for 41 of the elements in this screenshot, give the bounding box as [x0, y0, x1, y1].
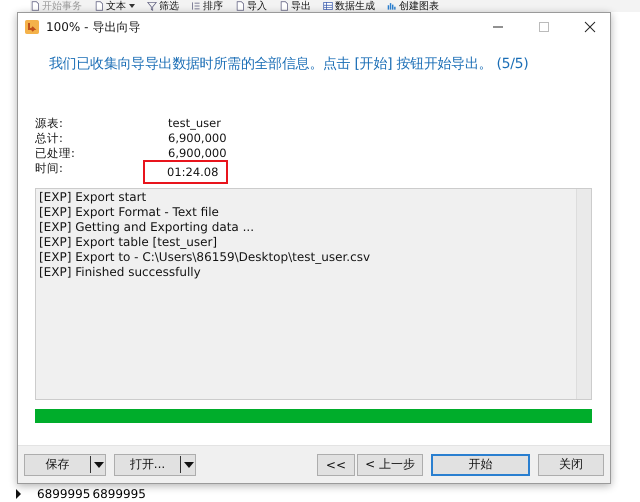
- field-label: 源表:: [35, 116, 63, 131]
- filter-icon[interactable]: [147, 1, 157, 11]
- table-cell-text: 6899995: [37, 486, 92, 500]
- field-label: 已处理:: [35, 146, 75, 161]
- toolbar-button[interactable]: 文本: [94, 0, 126, 13]
- button[interactable]: 关闭: [538, 454, 604, 476]
- app-icon: [24, 19, 40, 35]
- dropdown-arrow-icon[interactable]: [184, 462, 194, 468]
- field-value: 01:24.08: [145, 162, 226, 182]
- dropdown-arrow-icon[interactable]: [94, 462, 104, 468]
- log-line: [EXP] Getting and Exporting data ...: [39, 220, 256, 235]
- field-label: 时间:: [35, 161, 63, 177]
- toolbar-button[interactable]: 导出: [279, 0, 311, 13]
- table-cell-text: 6899995: [92, 486, 147, 500]
- log-line: [EXP] Export to - C:\Users\86159\Desktop\test_user.csv: [39, 250, 372, 265]
- caret-icon[interactable]: [129, 4, 135, 8]
- button[interactable]: < 上一步: [357, 454, 423, 476]
- button[interactable]: 打开...: [114, 454, 196, 476]
- log-line: [EXP] Export start: [39, 190, 148, 205]
- toolbar-button[interactable]: 筛选: [147, 0, 179, 13]
- toolbar-button[interactable]: 创建图表: [387, 0, 439, 13]
- field-value: test_user: [168, 116, 221, 131]
- log-line: [EXP] Export table [test_user]: [39, 235, 218, 250]
- log-line: [EXP] Export Format - Text file: [39, 205, 220, 220]
- button[interactable]: <<: [316, 454, 355, 476]
- toolbar-button[interactable]: 导入: [235, 0, 267, 13]
- wizard-heading: 我们已收集向导导出数据时所需的全部信息。点击 [开始] 按钮开始导出。 (5/5): [49, 55, 528, 74]
- log-line: [EXP] Finished successfully: [39, 265, 202, 280]
- field-value: 6,900,000: [168, 131, 227, 146]
- close-icon[interactable]: [584, 21, 596, 33]
- table-icon[interactable]: [323, 1, 333, 11]
- window-title: 100% - 导出向导: [46, 18, 142, 36]
- bar-chart-icon[interactable]: [387, 1, 397, 11]
- button[interactable]: 开始: [431, 454, 530, 476]
- scrollbar[interactable]: [576, 189, 591, 399]
- field-label: 总计:: [35, 131, 63, 146]
- list-icon[interactable]: [191, 1, 201, 11]
- field-value: 6,900,000: [168, 146, 227, 161]
- toolbar-button[interactable]: 排序: [191, 0, 223, 13]
- toolbar-button[interactable]: 数据生成: [323, 0, 375, 13]
- button[interactable]: 保存: [24, 454, 106, 476]
